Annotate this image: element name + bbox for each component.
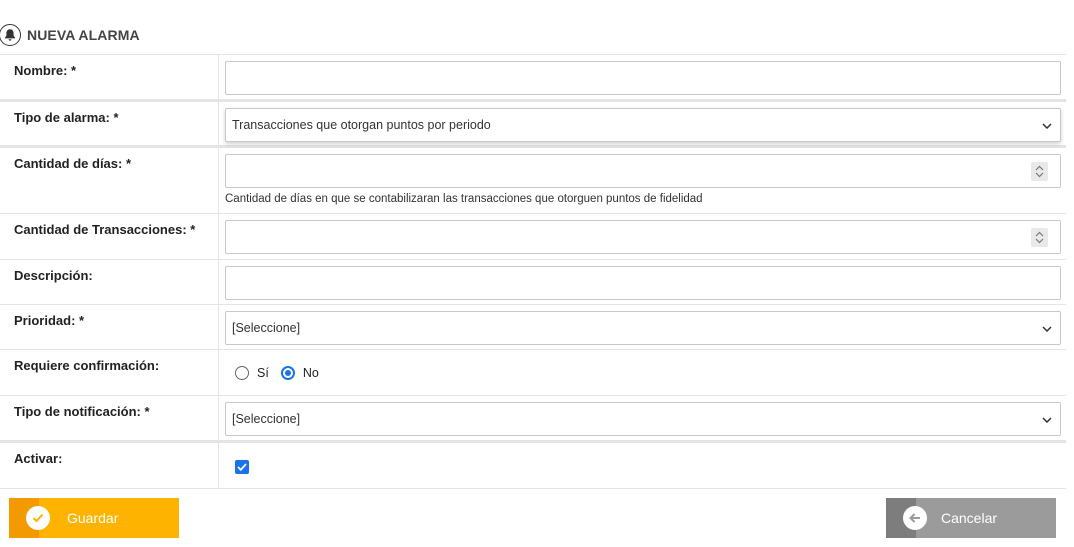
save-button[interactable]: Guardar: [9, 498, 179, 538]
nombre-label: Nombre: *: [0, 55, 219, 99]
descripcion-label: Descripción:: [0, 260, 219, 304]
row-cantidad-transacciones: Cantidad de Transacciones: *: [0, 214, 1066, 260]
row-tipo-alarma: Tipo de alarma: * Transacciones que otor…: [0, 102, 1066, 148]
cantidad-transacciones-input[interactable]: [225, 220, 1061, 254]
stepper-icon[interactable]: [1031, 228, 1048, 247]
tipo-notificacion-value: [Seleccione]: [232, 412, 301, 426]
chevron-down-icon: [1042, 118, 1052, 132]
check-icon: [26, 506, 50, 530]
chevron-down-icon: [1042, 321, 1052, 335]
radio-no[interactable]: [280, 366, 295, 380]
nombre-input[interactable]: [225, 61, 1061, 95]
row-nombre: Nombre: *: [0, 55, 1066, 102]
cantidad-dias-label: Cantidad de días: *: [0, 148, 219, 213]
confirmacion-radio-group: Sí No: [225, 356, 1061, 390]
requiere-confirmacion-label: Requiere confirmación:: [0, 350, 219, 395]
cantidad-transacciones-label: Cantidad de Transacciones: *: [0, 214, 219, 259]
cancel-button-label: Cancelar: [941, 510, 998, 526]
save-button-label: Guardar: [67, 510, 119, 526]
chevron-down-icon: [1042, 412, 1052, 426]
page-title: NUEVA ALARMA: [27, 27, 140, 43]
descripcion-input[interactable]: [225, 266, 1061, 300]
prioridad-label: Prioridad: *: [0, 305, 219, 349]
row-tipo-notificacion: Tipo de notificación: * [Seleccione]: [0, 396, 1066, 443]
prioridad-select[interactable]: [Seleccione]: [225, 311, 1061, 345]
row-requiere-confirmacion: Requiere confirmación: Sí No: [0, 350, 1066, 396]
alarm-form: Nombre: * Tipo de alarma: * Transaccione…: [0, 54, 1066, 489]
arrow-left-icon: [903, 506, 927, 530]
cantidad-dias-input[interactable]: [225, 154, 1061, 188]
radio-si[interactable]: [235, 366, 249, 380]
stepper-icon[interactable]: [1031, 162, 1048, 181]
row-prioridad: Prioridad: * [Seleccione]: [0, 305, 1066, 350]
tipo-alarma-label: Tipo de alarma: *: [0, 102, 219, 145]
cancel-button[interactable]: Cancelar: [886, 498, 1056, 538]
tipo-alarma-value: Transacciones que otorgan puntos por per…: [232, 118, 491, 132]
radio-si-label: Sí: [257, 366, 269, 380]
row-descripcion: Descripción:: [0, 260, 1066, 305]
tipo-alarma-select[interactable]: Transacciones que otorgan puntos por per…: [225, 108, 1061, 142]
page-header: NUEVA ALARMA: [0, 20, 140, 50]
tipo-notificacion-label: Tipo de notificación: *: [0, 396, 219, 440]
prioridad-value: [Seleccione]: [232, 321, 301, 335]
activar-checkbox[interactable]: [235, 460, 249, 474]
activar-label: Activar:: [0, 443, 219, 488]
radio-no-label: No: [302, 366, 319, 380]
tipo-notificacion-select[interactable]: [Seleccione]: [225, 402, 1061, 436]
row-cantidad-dias: Cantidad de días: * Cantidad de días en …: [0, 148, 1066, 214]
bell-icon: [0, 24, 21, 46]
row-activar: Activar:: [0, 443, 1066, 489]
cantidad-dias-help: Cantidad de días en que se contabilizara…: [225, 193, 703, 205]
